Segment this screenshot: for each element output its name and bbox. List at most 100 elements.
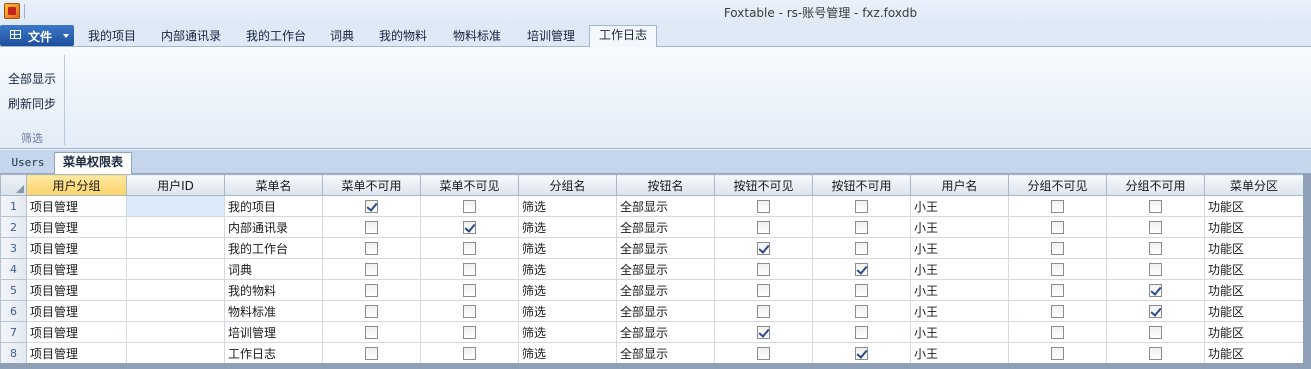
table-row[interactable]: 7 项目管理 培训管理 筛选 全部显示 小王 功能区: [0, 321, 1304, 343]
cell-button-name[interactable]: 全部显示: [616, 342, 715, 364]
sheet-tab-users[interactable]: Users: [4, 154, 52, 174]
checkbox-group-disabled[interactable]: [1149, 284, 1162, 297]
table-row[interactable]: 3 项目管理 我的工作台 筛选 全部显示 小王 功能区: [0, 237, 1304, 259]
tab-my-workbench[interactable]: 我的工作台: [236, 27, 316, 47]
cell-user-id[interactable]: [126, 258, 225, 280]
checkbox-group-hidden[interactable]: [1051, 200, 1064, 213]
cell-group-name[interactable]: 筛选: [518, 342, 617, 364]
checkbox-menu-hidden[interactable]: [463, 347, 476, 360]
checkbox-group-disabled[interactable]: [1149, 263, 1162, 276]
checkbox-group-disabled[interactable]: [1149, 305, 1162, 318]
tab-training-management[interactable]: 培训管理: [516, 27, 586, 47]
table-row[interactable]: 2 项目管理 内部通讯录 筛选 全部显示 小王 功能区: [0, 216, 1304, 238]
cell-menu-zone[interactable]: 功能区: [1204, 279, 1304, 301]
checkbox-group-hidden[interactable]: [1051, 242, 1064, 255]
select-all-corner[interactable]: [0, 174, 27, 196]
col-header-user-group[interactable]: 用户分组: [26, 174, 127, 196]
cell-user-group[interactable]: 项目管理: [26, 216, 127, 238]
table-row[interactable]: 5 项目管理 我的物料 筛选 全部显示 小王 功能区: [0, 279, 1304, 301]
row-number[interactable]: 1: [0, 195, 27, 217]
cell-button-name[interactable]: 全部显示: [616, 216, 715, 238]
cell-menu-name[interactable]: 物料标准: [224, 300, 323, 322]
checkbox-group-disabled[interactable]: [1149, 242, 1162, 255]
checkbox-menu-hidden[interactable]: [463, 242, 476, 255]
checkbox-menu-hidden[interactable]: [463, 221, 476, 234]
col-header-group-disabled[interactable]: 分组不可用: [1106, 174, 1205, 196]
checkbox-menu-disabled[interactable]: [365, 326, 378, 339]
checkbox-menu-disabled[interactable]: [365, 263, 378, 276]
checkbox-button-hidden[interactable]: [757, 284, 770, 297]
tab-work-log[interactable]: 工作日志: [589, 25, 657, 48]
table-row[interactable]: 1 项目管理 我的项目 筛选 全部显示 小王 功能区: [0, 195, 1304, 217]
cell-user-group[interactable]: 项目管理: [26, 237, 127, 259]
checkbox-group-disabled[interactable]: [1149, 200, 1162, 213]
col-header-group-name[interactable]: 分组名: [518, 174, 617, 196]
checkbox-button-hidden[interactable]: [757, 326, 770, 339]
checkbox-menu-disabled[interactable]: [365, 347, 378, 360]
cell-user-group[interactable]: 项目管理: [26, 321, 127, 343]
checkbox-button-hidden[interactable]: [757, 263, 770, 276]
row-number[interactable]: 6: [0, 300, 27, 322]
show-all-button[interactable]: 全部显示: [8, 70, 56, 87]
cell-menu-zone[interactable]: 功能区: [1204, 258, 1304, 280]
checkbox-button-hidden[interactable]: [757, 200, 770, 213]
cell-menu-zone[interactable]: 功能区: [1204, 237, 1304, 259]
refresh-sync-button[interactable]: 刷新同步: [8, 95, 56, 112]
row-number[interactable]: 4: [0, 258, 27, 280]
checkbox-menu-hidden[interactable]: [463, 200, 476, 213]
checkbox-button-disabled[interactable]: [855, 326, 868, 339]
checkbox-group-hidden[interactable]: [1051, 284, 1064, 297]
tab-my-materials[interactable]: 我的物料: [368, 27, 438, 47]
cell-user-id[interactable]: [126, 237, 225, 259]
cell-user-name[interactable]: 小王: [910, 258, 1009, 280]
cell-user-group[interactable]: 项目管理: [26, 258, 127, 280]
tab-my-projects[interactable]: 我的项目: [78, 27, 146, 47]
cell-user-id[interactable]: [126, 216, 225, 238]
checkbox-button-hidden[interactable]: [757, 347, 770, 360]
checkbox-group-hidden[interactable]: [1051, 305, 1064, 318]
cell-group-name[interactable]: 筛选: [518, 237, 617, 259]
cell-user-name[interactable]: 小王: [910, 321, 1009, 343]
tab-material-standards[interactable]: 物料标准: [442, 27, 512, 47]
cell-user-group[interactable]: 项目管理: [26, 342, 127, 364]
checkbox-button-disabled[interactable]: [855, 284, 868, 297]
cell-user-id[interactable]: [126, 321, 225, 343]
cell-button-name[interactable]: 全部显示: [616, 237, 715, 259]
checkbox-group-hidden[interactable]: [1051, 347, 1064, 360]
cell-button-name[interactable]: 全部显示: [616, 300, 715, 322]
col-header-user-name[interactable]: 用户名: [910, 174, 1009, 196]
checkbox-menu-disabled[interactable]: [365, 284, 378, 297]
cell-menu-zone[interactable]: 功能区: [1204, 195, 1304, 217]
cell-user-id[interactable]: [126, 279, 225, 301]
checkbox-group-hidden[interactable]: [1051, 221, 1064, 234]
col-header-user-id[interactable]: 用户ID: [126, 174, 225, 196]
checkbox-menu-disabled[interactable]: [365, 242, 378, 255]
sheet-tab-menu-permissions[interactable]: 菜单权限表: [54, 152, 132, 175]
cell-menu-name[interactable]: 我的工作台: [224, 237, 323, 259]
checkbox-button-disabled[interactable]: [855, 263, 868, 276]
cell-menu-zone[interactable]: 功能区: [1204, 321, 1304, 343]
checkbox-menu-hidden[interactable]: [463, 263, 476, 276]
col-header-menu-hidden[interactable]: 菜单不可见: [420, 174, 519, 196]
cell-user-group[interactable]: 项目管理: [26, 279, 127, 301]
cell-user-name[interactable]: 小王: [910, 216, 1009, 238]
table-row[interactable]: 4 项目管理 词典 筛选 全部显示 小王 功能区: [0, 258, 1304, 280]
tab-internal-directory[interactable]: 内部通讯录: [150, 27, 232, 47]
table-row[interactable]: 6 项目管理 物料标准 筛选 全部显示 小王 功能区: [0, 300, 1304, 322]
checkbox-menu-hidden[interactable]: [463, 326, 476, 339]
col-header-group-hidden[interactable]: 分组不可见: [1008, 174, 1107, 196]
checkbox-group-disabled[interactable]: [1149, 221, 1162, 234]
cell-group-name[interactable]: 筛选: [518, 258, 617, 280]
checkbox-button-disabled[interactable]: [855, 347, 868, 360]
cell-menu-name[interactable]: 我的项目: [224, 195, 323, 217]
file-menu-button[interactable]: 文件: [0, 25, 74, 46]
cell-menu-zone[interactable]: 功能区: [1204, 300, 1304, 322]
cell-group-name[interactable]: 筛选: [518, 321, 617, 343]
checkbox-button-disabled[interactable]: [855, 242, 868, 255]
cell-user-name[interactable]: 小王: [910, 237, 1009, 259]
checkbox-menu-disabled[interactable]: [365, 305, 378, 318]
row-number[interactable]: 5: [0, 279, 27, 301]
cell-group-name[interactable]: 筛选: [518, 216, 617, 238]
cell-user-name[interactable]: 小王: [910, 300, 1009, 322]
checkbox-button-disabled[interactable]: [855, 305, 868, 318]
